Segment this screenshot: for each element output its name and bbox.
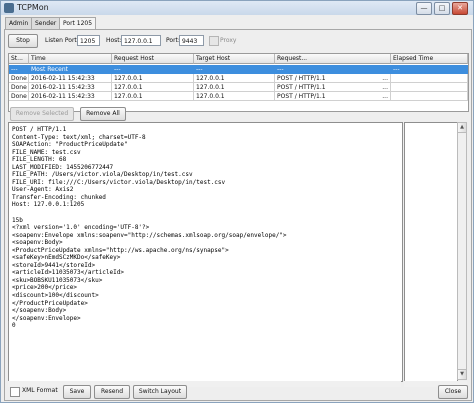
truncation-ellipsis: ... [382,84,388,91]
cell-time: 2016-02-11 15:42:33 [29,92,112,101]
cell-elapsed-time [391,92,468,101]
host-input[interactable]: 127.0.0.1 [121,35,161,46]
switch-layout-button[interactable]: Switch Layout [133,385,187,399]
proxy-checkbox[interactable] [209,36,219,46]
cell-target-host: --- [196,66,203,73]
resend-button[interactable]: Resend [94,385,130,399]
port-input[interactable]: 9443 [179,35,204,46]
window-title: TCPMon [17,3,49,12]
cell-request-host: 127.0.0.1 [112,83,194,92]
remove-all-button[interactable]: Remove All [80,107,126,121]
col-status[interactable]: St... [9,54,29,64]
cell-request-host: --- [114,66,121,73]
tcpmon-window: TCPMon — □ ✕ Admin Sender Port 1205 Stop… [0,0,474,403]
host-label: Host: [106,37,122,44]
port-label: Port: [166,37,180,44]
cell-target-host: 127.0.0.1 [194,74,275,83]
scroll-up-arrow-icon[interactable]: ▲ [458,123,466,133]
listen-port-input[interactable]: 1205 [77,35,100,46]
cell-status: Done [9,92,29,101]
truncation-ellipsis: ... [382,75,388,82]
col-elapsed-time[interactable]: Elapsed Time [391,54,468,64]
cell-elapsed-time [391,74,468,83]
cell-time: Most Recent [31,66,68,73]
request-text: POST / HTTP/1.1 [277,93,326,100]
vertical-scrollbar[interactable]: ▲ ▼ [457,122,467,380]
tab-sender[interactable]: Sender [31,17,61,29]
proxy-label: Proxy [220,37,237,44]
cell-time: 2016-02-11 15:42:33 [29,83,112,92]
xml-format-label: XML Format [22,387,58,394]
maximize-button[interactable]: □ [434,2,450,15]
cell-request: POST / HTTP/1.1... [275,92,391,101]
close-button[interactable]: Close [438,385,468,399]
cell-time: 2016-02-11 15:42:33 [29,74,112,83]
request-content: POST / HTTP/1.1 Content-Type: text/xml; … [12,126,287,330]
stop-button[interactable]: Stop [8,34,38,48]
request-text-area[interactable]: POST / HTTP/1.1 Content-Type: text/xml; … [8,122,403,382]
table-row[interactable]: Done 2016-02-11 15:42:33 127.0.0.1 127.0… [9,92,468,101]
connections-table: St... Time Request Host Target Host Requ… [8,53,469,112]
tab-admin[interactable]: Admin [5,17,33,29]
cell-target-host: 127.0.0.1 [194,83,275,92]
cell-elapsed-time [391,83,468,92]
cell-status: Done [9,74,29,83]
listen-port-label: Listen Port: [45,37,79,44]
xml-format-checkbox[interactable] [10,387,20,397]
cell-target-host: 127.0.0.1 [194,92,275,101]
cell-elapsed-time: --- [393,66,400,73]
table-row[interactable]: Done 2016-02-11 15:42:33 127.0.0.1 127.0… [9,74,468,83]
table-row[interactable]: Done 2016-02-11 15:42:33 127.0.0.1 127.0… [9,83,468,92]
scroll-down-arrow-icon[interactable]: ▼ [458,369,466,379]
response-text-area[interactable] [404,122,458,382]
cell-request: POST / HTTP/1.1... [275,74,391,83]
cell-status: --- [11,66,18,73]
title-bar: TCPMon — □ ✕ [1,1,473,15]
remove-selected-button[interactable]: Remove Selected [10,107,74,121]
app-icon [4,3,14,13]
cell-request-host: 127.0.0.1 [112,92,194,101]
port-panel: Stop Listen Port: 1205 Host: 127.0.0.1 P… [4,29,472,401]
col-time[interactable]: Time [29,54,112,64]
minimize-button[interactable]: — [416,2,432,15]
cell-request-host: 127.0.0.1 [112,74,194,83]
col-target-host[interactable]: Target Host [194,54,275,64]
truncation-ellipsis: ... [382,93,388,100]
col-request[interactable]: Request... [275,54,391,64]
cell-status: Done [9,83,29,92]
cell-request: --- [277,66,284,73]
request-text: POST / HTTP/1.1 [277,84,326,91]
save-button[interactable]: Save [63,385,91,399]
cell-request: POST / HTTP/1.1... [275,83,391,92]
close-window-button[interactable]: ✕ [452,2,468,15]
request-text: POST / HTTP/1.1 [277,75,326,82]
table-row-most-recent[interactable]: --- Most Recent --- --- --- --- [9,65,468,74]
col-request-host[interactable]: Request Host [112,54,194,64]
